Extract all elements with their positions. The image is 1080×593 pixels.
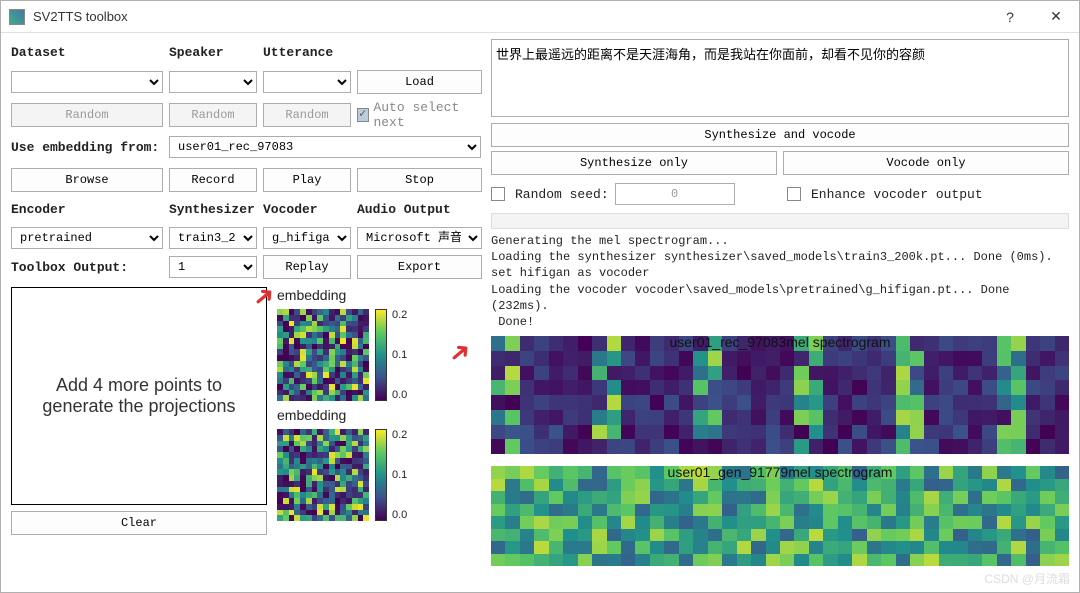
close-button[interactable]: ✕ (1033, 1, 1079, 33)
encoder-label: Encoder (11, 202, 163, 217)
embedding-label-2: embedding (277, 407, 407, 423)
embedding-select[interactable]: user01_rec_97083 (169, 136, 481, 158)
toolbox-output-select[interactable]: 1 (169, 256, 257, 278)
speaker-label: Speaker (169, 45, 257, 60)
speaker-random-button[interactable]: Random (169, 103, 257, 127)
random-seed-label: Random seed: (515, 187, 609, 202)
utterance-random-button[interactable]: Random (263, 103, 351, 127)
watermark: CSDN @月流霜 (984, 570, 1070, 587)
seed-input[interactable] (615, 183, 735, 205)
vocode-only-button[interactable]: Vocode only (783, 151, 1069, 175)
dataset-random-button[interactable]: Random (11, 103, 163, 127)
window-title: SV2TTS toolbox (33, 9, 987, 24)
synth-only-button[interactable]: Synthesize only (491, 151, 777, 175)
play-button[interactable]: Play (263, 168, 351, 192)
export-button[interactable]: Export (357, 255, 482, 279)
audio-output-select[interactable]: Microsoft 声音映 (357, 227, 482, 249)
colorbar-2 (375, 429, 387, 521)
auto-select-label: Auto select next (373, 100, 482, 130)
enhance-checkbox[interactable] (787, 187, 801, 201)
synthesizer-select[interactable]: train3_20 (169, 227, 257, 249)
embedding-label-1: embedding (277, 287, 407, 303)
embedding-heatmap-1 (277, 309, 369, 401)
app-icon (9, 9, 25, 25)
mel-spectrogram-rec (491, 336, 1069, 454)
toolbox-output-label: Toolbox Output: (11, 260, 163, 275)
auto-select-checkbox[interactable] (357, 108, 369, 122)
text-input[interactable] (491, 39, 1069, 117)
spectro-title-bottom: user01_gen_91779mel spectrogram (491, 464, 1069, 480)
log-output: Generating the mel spectrogram... Loadin… (491, 233, 1069, 330)
vocoder-label: Vocoder (263, 202, 351, 217)
enhance-label: Enhance vocoder output (811, 187, 983, 202)
vocoder-select[interactable]: g_hifiga (263, 227, 351, 249)
projection-plot: Add 4 more points to generate the projec… (11, 287, 267, 505)
random-seed-checkbox[interactable] (491, 187, 505, 201)
replay-button[interactable]: Replay (263, 255, 351, 279)
use-embedding-label: Use embedding from: (11, 140, 163, 155)
record-button[interactable]: Record (169, 168, 257, 192)
stop-button[interactable]: Stop (357, 168, 482, 192)
progress-bar (491, 213, 1069, 229)
synth-vocode-button[interactable]: Synthesize and vocode (491, 123, 1069, 147)
spectro-title-top: user01_rec_97083mel spectrogram (491, 334, 1069, 350)
clear-button[interactable]: Clear (11, 511, 267, 535)
encoder-select[interactable]: pretrained (11, 227, 163, 249)
load-button[interactable]: Load (357, 70, 482, 94)
dataset-label: Dataset (11, 45, 163, 60)
speaker-select[interactable] (169, 71, 257, 93)
synthesizer-label: Synthesizer (169, 202, 257, 217)
browse-button[interactable]: Browse (11, 168, 163, 192)
mel-spectrogram-gen (491, 466, 1069, 566)
utterance-label: Utterance (263, 45, 351, 60)
help-button[interactable]: ? (987, 1, 1033, 33)
dataset-select[interactable] (11, 71, 163, 93)
utterance-select[interactable] (263, 71, 351, 93)
colorbar-1 (375, 309, 387, 401)
audio-output-label: Audio Output (357, 202, 482, 217)
embedding-heatmap-2 (277, 429, 369, 521)
